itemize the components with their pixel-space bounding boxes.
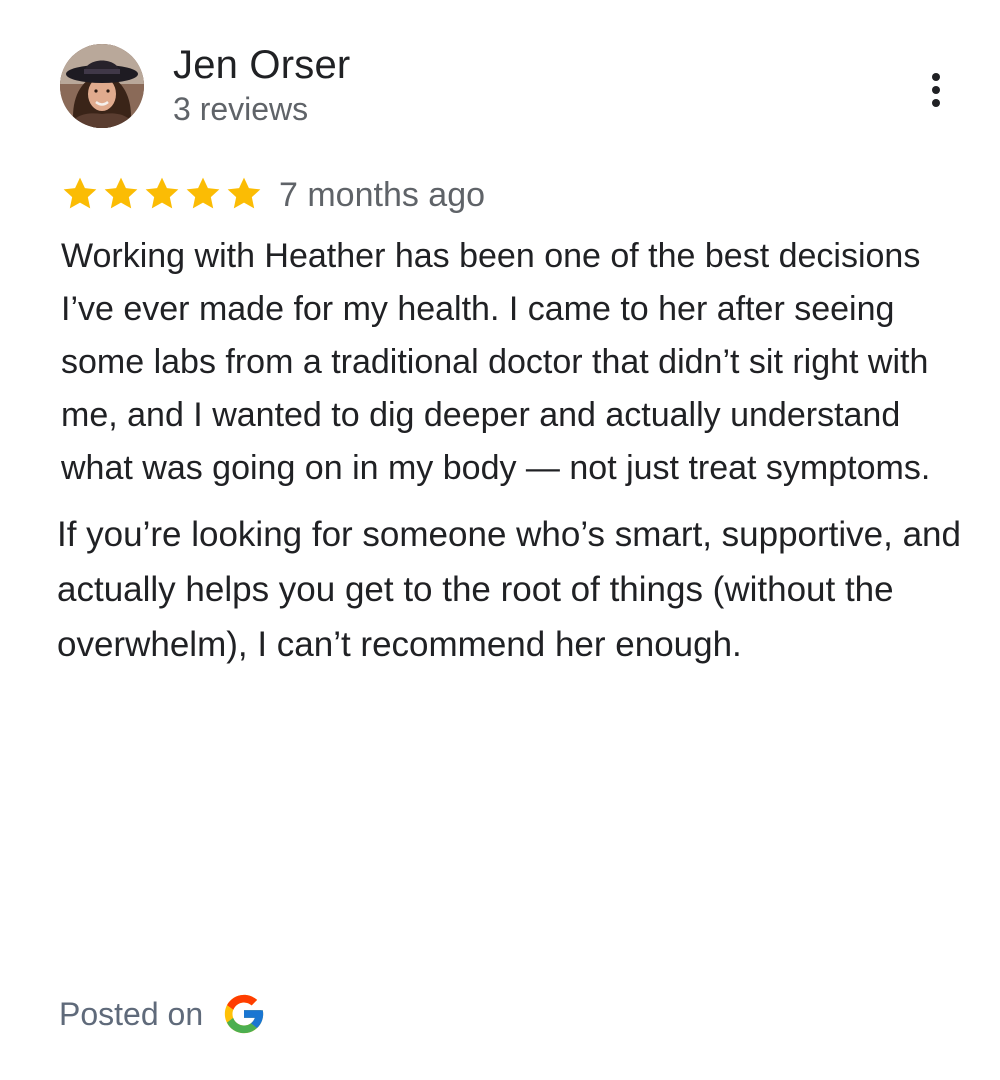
posted-on-label: Posted on bbox=[59, 996, 204, 1032]
star-icon bbox=[227, 177, 261, 209]
google-logo-icon[interactable] bbox=[221, 991, 267, 1037]
avatar[interactable] bbox=[60, 44, 144, 128]
more-vertical-icon-dot bbox=[932, 86, 940, 94]
star-icon bbox=[63, 177, 97, 209]
more-vertical-icon bbox=[932, 73, 940, 81]
reviewer-name[interactable]: Jen Orser bbox=[173, 42, 350, 88]
star-rating bbox=[60, 174, 264, 214]
review-paragraph: If you’re looking for someone who’s smar… bbox=[57, 515, 961, 664]
review-card: Jen Orser 3 reviews 7 months ago Working… bbox=[0, 0, 1000, 1080]
star-icon bbox=[186, 177, 220, 209]
star-icon bbox=[145, 177, 179, 209]
review-paragraph: Working with Heather has been one of the… bbox=[61, 237, 931, 487]
review-time: 7 months ago bbox=[279, 176, 486, 214]
more-vertical-icon-dot bbox=[932, 99, 940, 107]
avatar-photo bbox=[60, 44, 144, 128]
review-count[interactable]: 3 reviews bbox=[173, 90, 308, 128]
posted-on: Posted on bbox=[59, 992, 267, 1036]
more-options-button[interactable] bbox=[916, 68, 956, 112]
review-body: Working with Heather has been one of the… bbox=[57, 230, 981, 672]
star-icon bbox=[104, 177, 138, 209]
